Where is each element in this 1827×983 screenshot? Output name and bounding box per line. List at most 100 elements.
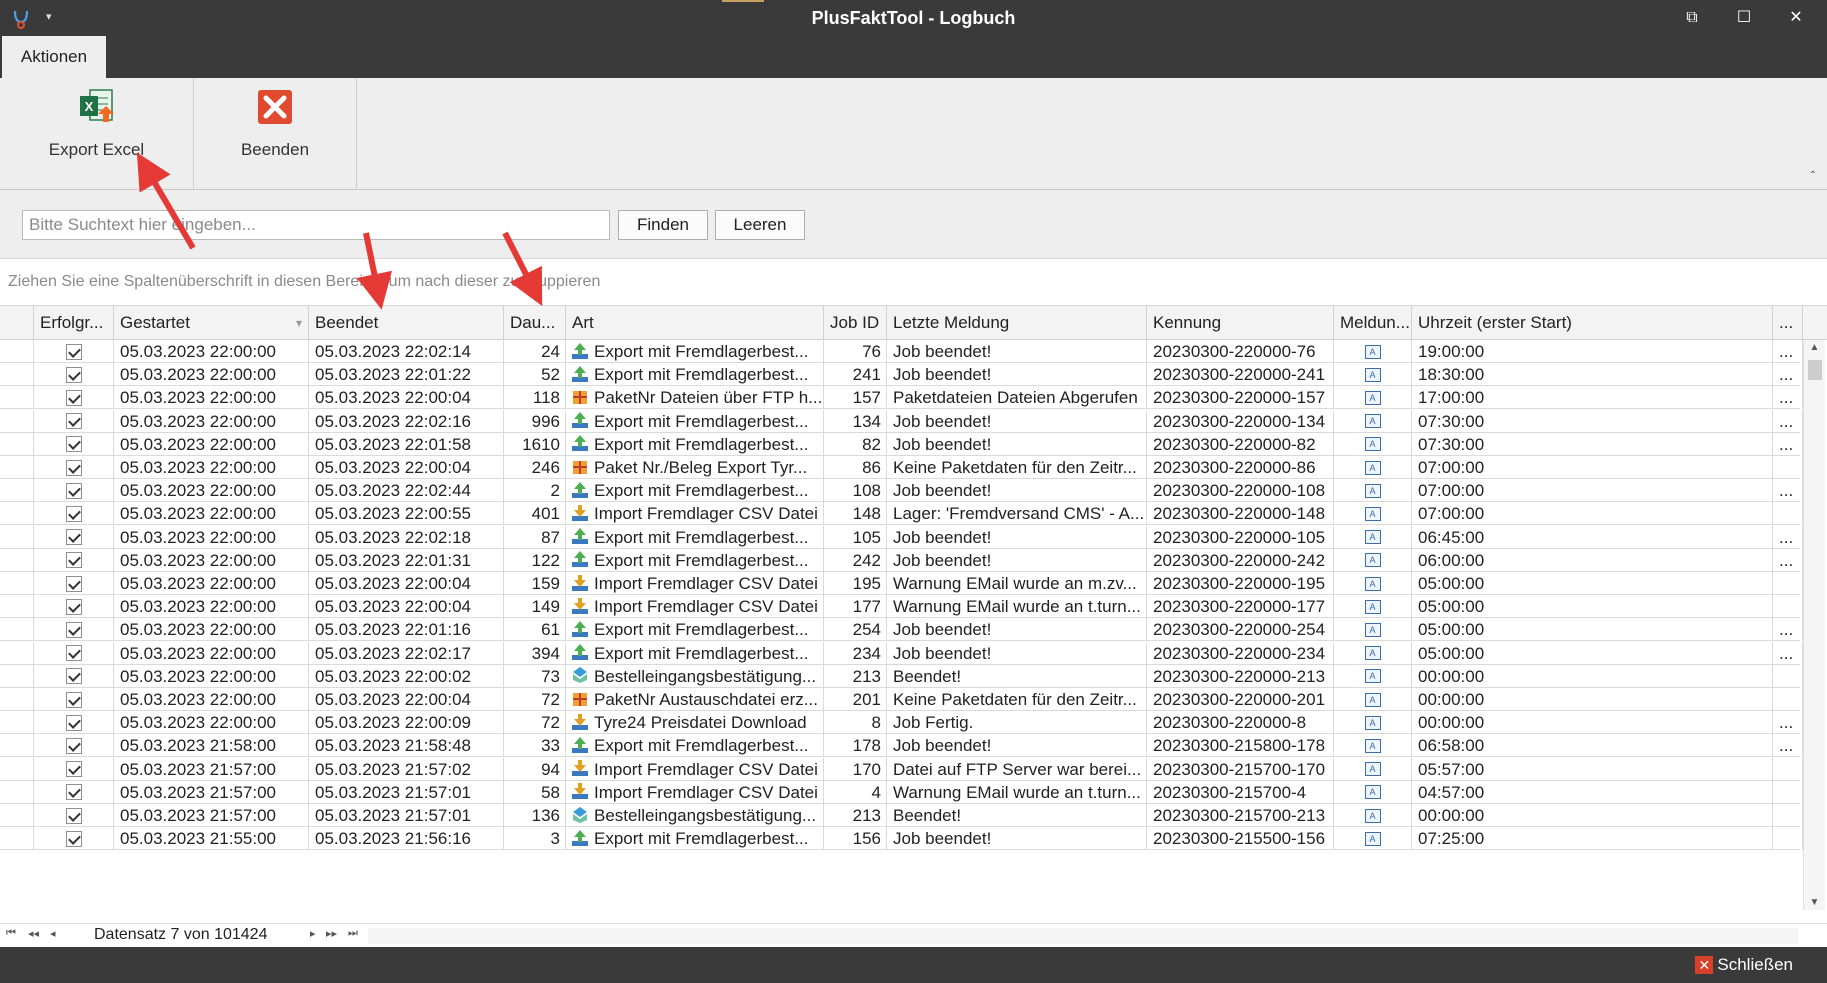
restore-icon[interactable]: ⧉	[1672, 5, 1712, 31]
column-header-letzte-meldung[interactable]: Letzte Meldung	[887, 306, 1147, 340]
success-checkbox[interactable]	[65, 389, 82, 406]
success-checkbox[interactable]	[65, 668, 82, 685]
next-record-icon[interactable]: ▸	[310, 927, 316, 940]
row-indicator[interactable]	[0, 595, 34, 619]
success-checkbox[interactable]	[65, 413, 82, 430]
column-header-meldung[interactable]: Meldun...	[1334, 306, 1412, 340]
beenden-button[interactable]: Beenden	[194, 78, 356, 190]
success-checkbox[interactable]	[65, 761, 82, 778]
schliessen-button[interactable]: ✕ Schließen	[1695, 955, 1793, 975]
column-header-beendet[interactable]: Beendet	[309, 306, 504, 340]
table-row[interactable]: 05.03.2023 22:00:00 05.03.2023 22:02:17 39…	[0, 641, 1803, 665]
row-indicator[interactable]	[0, 664, 34, 688]
previous-record-icon[interactable]: ◂	[50, 927, 56, 940]
next-page-icon[interactable]: ▸▸	[326, 927, 337, 940]
success-checkbox[interactable]	[65, 575, 82, 592]
table-row[interactable]: 05.03.2023 22:00:00 05.03.2023 22:02:16 99…	[0, 409, 1803, 433]
row-indicator[interactable]	[0, 618, 34, 642]
table-row[interactable]: 05.03.2023 22:00:00 05.03.2023 22:00:04 11…	[0, 386, 1803, 410]
table-row[interactable]: 05.03.2023 22:00:00 05.03.2023 22:00:04 15…	[0, 572, 1803, 595]
success-checkbox[interactable]	[65, 598, 82, 615]
message-detail-icon[interactable]: A	[1364, 669, 1381, 684]
maximize-icon[interactable]: ☐	[1724, 5, 1764, 31]
row-indicator[interactable]	[0, 525, 34, 549]
message-detail-icon[interactable]: A	[1364, 831, 1381, 846]
column-header-kennung[interactable]: Kennung	[1147, 306, 1334, 340]
success-checkbox[interactable]	[65, 529, 82, 546]
row-indicator[interactable]	[0, 386, 34, 410]
message-detail-icon[interactable]: A	[1364, 646, 1381, 661]
column-header-dauer[interactable]: Dau...	[504, 306, 566, 340]
row-indicator[interactable]	[0, 757, 34, 781]
previous-page-icon[interactable]: ◂◂	[28, 927, 39, 940]
row-indicator[interactable]	[0, 827, 34, 851]
message-detail-icon[interactable]: A	[1364, 738, 1381, 753]
table-row[interactable]: 05.03.2023 21:57:00 05.03.2023 21:57:01 13…	[0, 804, 1803, 827]
scroll-up-icon[interactable]: ▲	[1804, 342, 1825, 353]
success-checkbox[interactable]	[65, 645, 82, 662]
table-row[interactable]: 05.03.2023 21:57:00 05.03.2023 21:57:02 94…	[0, 757, 1803, 781]
column-header-uhrzeit[interactable]: Uhrzeit (erster Start)	[1412, 306, 1773, 340]
success-checkbox[interactable]	[65, 343, 82, 360]
table-row[interactable]: 05.03.2023 22:00:00 05.03.2023 22:00:55 40…	[0, 502, 1803, 526]
message-detail-icon[interactable]: A	[1364, 414, 1381, 429]
success-checkbox[interactable]	[65, 691, 82, 708]
success-checkbox[interactable]	[65, 784, 82, 801]
message-detail-icon[interactable]: A	[1364, 367, 1381, 382]
message-detail-icon[interactable]: A	[1364, 599, 1381, 614]
table-row[interactable]: 05.03.2023 22:00:00 05.03.2023 22:01:58 16…	[0, 432, 1803, 456]
message-detail-icon[interactable]: A	[1364, 344, 1381, 359]
message-detail-icon[interactable]: A	[1364, 460, 1381, 475]
table-row[interactable]: 05.03.2023 21:57:00 05.03.2023 21:57:01 58…	[0, 780, 1803, 804]
row-indicator[interactable]	[0, 804, 34, 827]
table-row[interactable]: 05.03.2023 22:00:00 05.03.2023 22:02:18 87…	[0, 525, 1803, 549]
success-checkbox[interactable]	[65, 830, 82, 847]
message-detail-icon[interactable]: A	[1364, 553, 1381, 568]
horizontal-scrollbar[interactable]	[368, 928, 1798, 944]
collapse-ribbon-icon[interactable]: ⌃	[1809, 170, 1817, 181]
success-checkbox[interactable]	[65, 737, 82, 754]
message-detail-icon[interactable]: A	[1364, 715, 1381, 730]
group-panel[interactable]: Ziehen Sie eine Spaltenüberschrift in di…	[0, 258, 1827, 306]
row-indicator[interactable]	[0, 479, 34, 503]
table-row[interactable]: 05.03.2023 22:00:00 05.03.2023 22:00:04 14…	[0, 595, 1803, 619]
success-checkbox[interactable]	[65, 714, 82, 731]
row-indicator[interactable]	[0, 641, 34, 665]
table-row[interactable]: 05.03.2023 22:00:00 05.03.2023 22:01:31 12…	[0, 548, 1803, 572]
table-row[interactable]: 05.03.2023 22:00:00 05.03.2023 22:02:44 2 E…	[0, 479, 1803, 503]
message-detail-icon[interactable]: A	[1364, 506, 1381, 521]
success-checkbox[interactable]	[65, 482, 82, 499]
row-indicator[interactable]	[0, 456, 34, 479]
message-detail-icon[interactable]: A	[1364, 622, 1381, 637]
column-header-art[interactable]: Art	[566, 306, 824, 340]
row-indicator[interactable]	[0, 734, 34, 758]
filter-icon[interactable]: ▾	[296, 306, 302, 340]
message-detail-icon[interactable]: A	[1364, 808, 1381, 823]
message-detail-icon[interactable]: A	[1364, 530, 1381, 545]
scroll-down-icon[interactable]: ▼	[1804, 897, 1825, 908]
success-checkbox[interactable]	[65, 436, 82, 453]
find-button[interactable]: Finden	[618, 210, 708, 240]
column-header-erfolgreich[interactable]: Erfolgr...	[34, 306, 114, 340]
success-checkbox[interactable]	[65, 366, 82, 383]
table-row[interactable]: 05.03.2023 22:00:00 05.03.2023 22:00:09 72…	[0, 711, 1803, 735]
first-record-icon[interactable]: ⏮	[6, 927, 16, 940]
message-detail-icon[interactable]: A	[1364, 692, 1381, 707]
table-row[interactable]: 05.03.2023 22:00:00 05.03.2023 22:00:02 73…	[0, 664, 1803, 688]
table-row[interactable]: 05.03.2023 21:58:00 05.03.2023 21:58:48 33…	[0, 734, 1803, 758]
row-indicator[interactable]	[0, 548, 34, 572]
clear-button[interactable]: Leeren	[715, 210, 805, 240]
table-row[interactable]: 05.03.2023 22:00:00 05.03.2023 22:01:16 61…	[0, 618, 1803, 642]
row-indicator[interactable]	[0, 780, 34, 804]
table-row[interactable]: 05.03.2023 22:00:00 05.03.2023 22:00:04 24…	[0, 456, 1803, 479]
table-row[interactable]: 05.03.2023 22:00:00 05.03.2023 22:01:22 52…	[0, 363, 1803, 387]
message-detail-icon[interactable]: A	[1364, 437, 1381, 452]
table-row[interactable]: 05.03.2023 21:55:00 05.03.2023 21:56:16 3 E…	[0, 827, 1803, 851]
message-detail-icon[interactable]: A	[1364, 785, 1381, 800]
success-checkbox[interactable]	[65, 807, 82, 824]
row-indicator[interactable]	[0, 572, 34, 595]
search-input[interactable]	[22, 210, 610, 240]
success-checkbox[interactable]	[65, 552, 82, 569]
row-indicator[interactable]	[0, 502, 34, 526]
row-indicator[interactable]	[0, 340, 34, 363]
